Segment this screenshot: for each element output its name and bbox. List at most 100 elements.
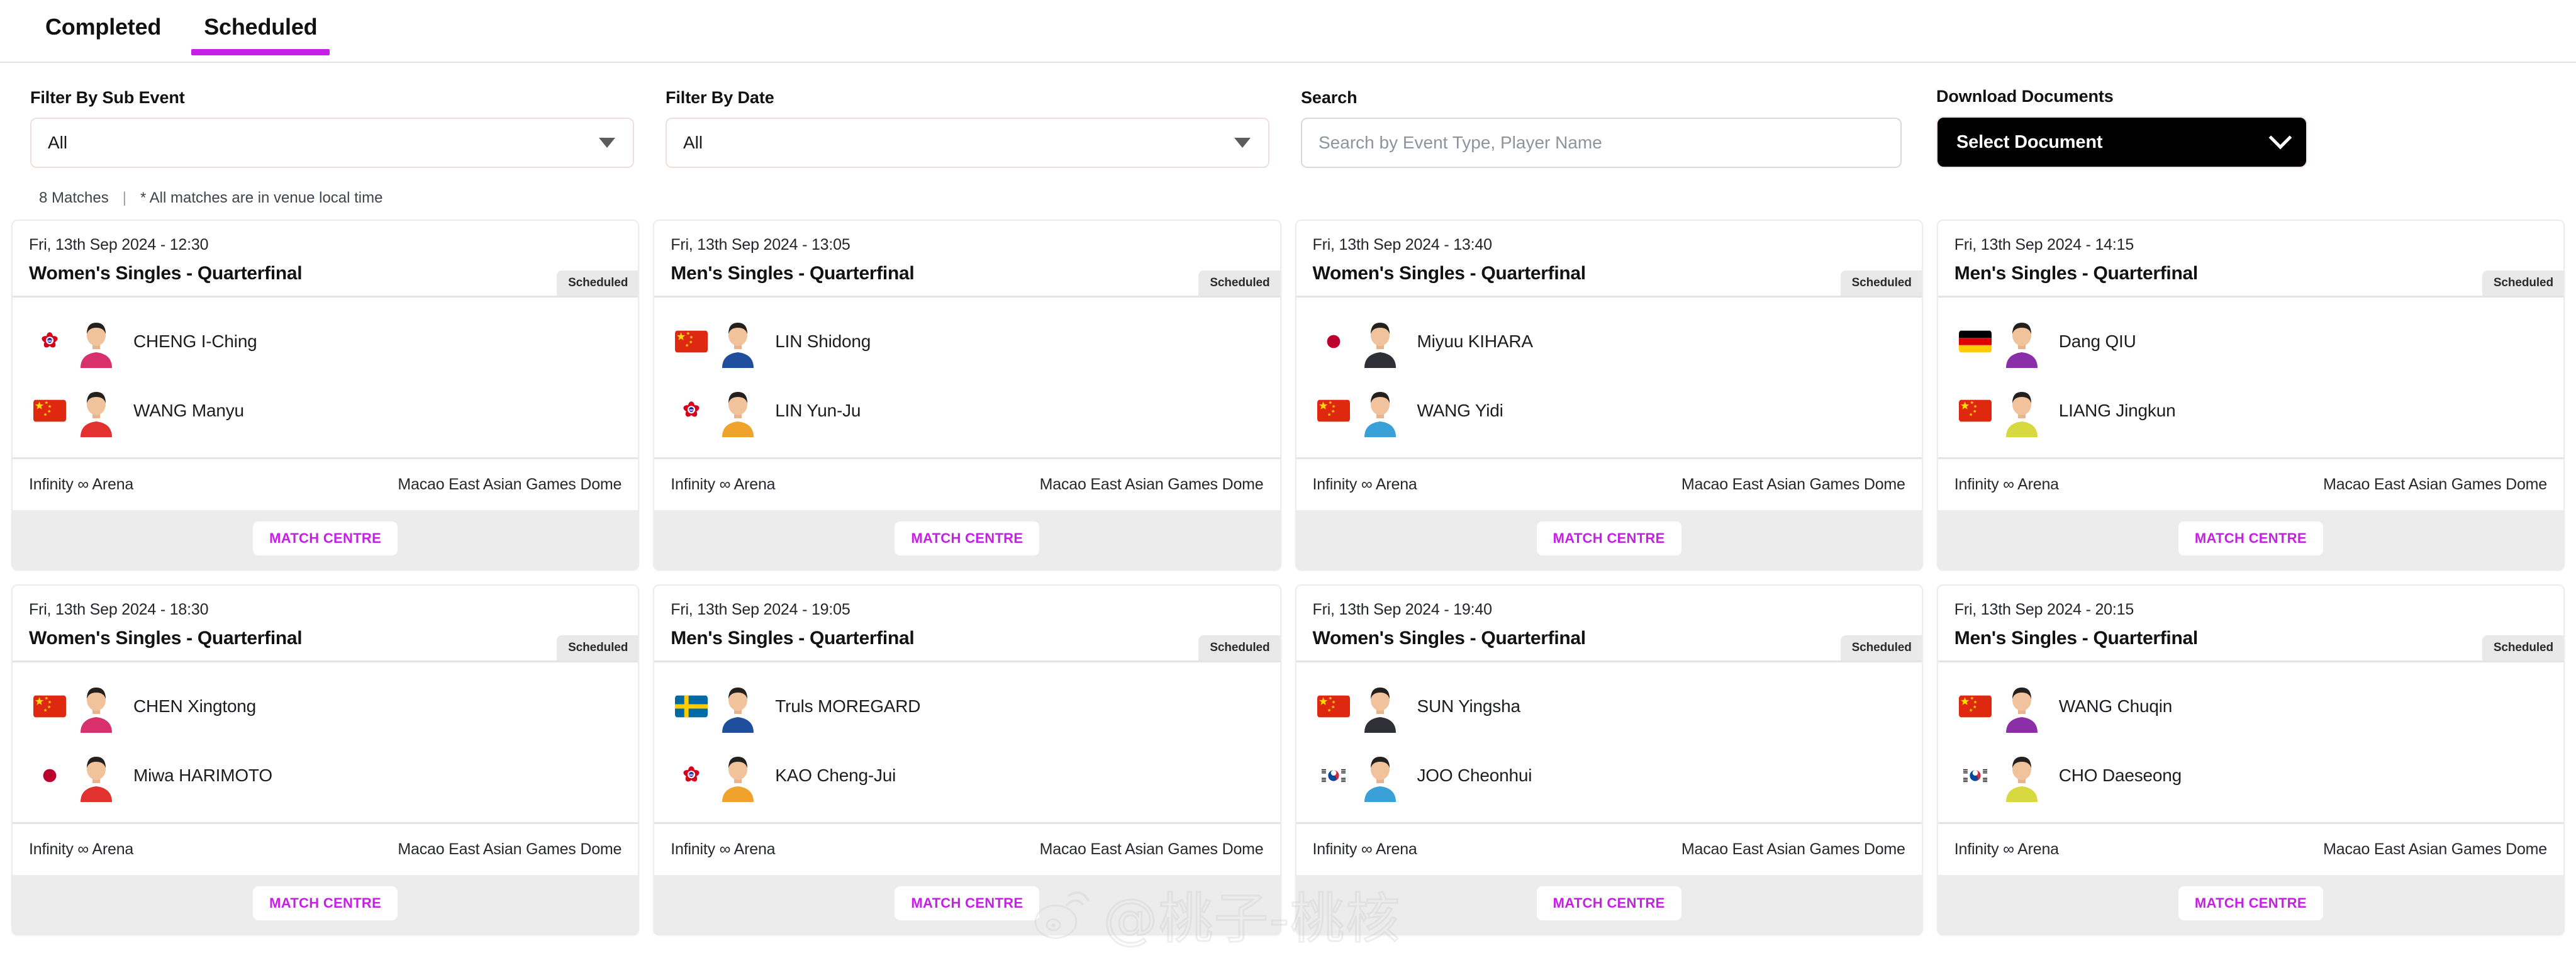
search-input[interactable] — [1319, 133, 1884, 153]
match-card-header: Fri, 13th Sep 2024 - 19:40 Women's Single… — [1296, 586, 1922, 660]
match-centre-button[interactable]: MATCH CENTRE — [1536, 521, 1681, 555]
venue-row: Infinity ∞ Arena Macao East Asian Games D… — [13, 459, 638, 510]
player-row[interactable]: LIN Yun-Ju — [671, 381, 1263, 441]
match-title: Men's Singles - Quarterfinal — [1954, 628, 2198, 649]
player-row[interactable]: LIANG Jingkun — [1954, 381, 2547, 441]
match-centre-button[interactable]: MATCH CENTRE — [253, 521, 398, 555]
select-document-button[interactable]: Select Document — [1936, 116, 2307, 168]
match-count: 8 Matches — [39, 189, 109, 206]
player-row[interactable]: KAO Cheng-Jui — [671, 745, 1263, 806]
match-title: Men's Singles - Quarterfinal — [671, 263, 915, 284]
arena-name: Infinity ∞ Arena — [29, 840, 134, 858]
player-name: LIN Shidong — [775, 332, 871, 351]
player-row[interactable]: Miyuu KIHARA — [1313, 311, 1905, 372]
player-row[interactable]: WANG Manyu — [29, 381, 622, 441]
flag-icon-tpe — [671, 749, 712, 802]
player-row[interactable]: JOO Cheonhui — [1313, 745, 1905, 806]
player-row[interactable]: CHEN Xingtong — [29, 676, 622, 737]
flag-icon-tpe — [671, 384, 712, 437]
status-badge: Scheduled — [1198, 635, 1280, 660]
filter-date-select[interactable]: All — [666, 118, 1269, 168]
flag-icon-chn — [1313, 384, 1354, 437]
tab-active-underline — [191, 49, 330, 55]
player-avatar — [73, 315, 120, 368]
match-card-footer: MATCH CENTRE — [13, 510, 638, 569]
player-row[interactable]: LIN Shidong — [671, 311, 1263, 372]
venue-name: Macao East Asian Games Dome — [2323, 476, 2547, 493]
tab-scheduled[interactable]: Scheduled — [182, 0, 338, 55]
match-card[interactable]: Fri, 13th Sep 2024 - 12:30 Women's Single… — [11, 220, 640, 571]
player-row[interactable]: SUN Yingsha — [1313, 676, 1905, 737]
venue-row: Infinity ∞ Arena Macao East Asian Games D… — [654, 459, 1280, 510]
match-card[interactable]: Fri, 13th Sep 2024 - 19:05 Men's Singles … — [653, 584, 1281, 935]
flag-icon-chn — [29, 384, 70, 437]
match-centre-button[interactable]: MATCH CENTRE — [2178, 886, 2323, 920]
player-row[interactable]: CHENG I-Ching — [29, 311, 622, 372]
flag-icon-ger — [1954, 315, 1996, 368]
player-list: Miyuu KIHARA WANG Yidi — [1296, 298, 1922, 457]
match-card[interactable]: Fri, 13th Sep 2024 - 18:30 Women's Single… — [11, 584, 640, 935]
match-title: Men's Singles - Quarterfinal — [671, 628, 915, 649]
player-avatar — [715, 384, 761, 437]
status-badge: Scheduled — [1198, 270, 1280, 296]
player-row[interactable]: CHO Daeseong — [1954, 745, 2547, 806]
match-grid: Fri, 13th Sep 2024 - 12:30 Women's Single… — [0, 220, 2576, 935]
arena-name: Infinity ∞ Arena — [29, 476, 134, 493]
player-row[interactable]: WANG Chuqin — [1954, 676, 2547, 737]
player-avatar — [73, 680, 120, 733]
filter-sub-event-label: Filter By Sub Event — [30, 88, 185, 107]
player-avatar — [1999, 749, 2045, 802]
venue-row: Infinity ∞ Arena Macao East Asian Games D… — [13, 824, 638, 875]
tab-scheduled-label: Scheduled — [204, 14, 318, 40]
match-card-header: Fri, 13th Sep 2024 - 14:15 Men's Singles … — [1938, 221, 2563, 296]
player-avatar — [1999, 384, 2045, 437]
select-document-label: Select Document — [1956, 131, 2103, 152]
caret-down-icon — [599, 138, 615, 148]
player-avatar — [1999, 315, 2045, 368]
player-list: LIN Shidong LIN Yun-Ju — [654, 298, 1280, 457]
venue-row: Infinity ∞ Arena Macao East Asian Games D… — [1938, 459, 2563, 510]
match-card-header: Fri, 13th Sep 2024 - 18:30 Women's Single… — [13, 586, 638, 660]
player-name: WANG Manyu — [133, 401, 244, 420]
match-centre-button[interactable]: MATCH CENTRE — [2178, 521, 2323, 555]
tab-bar: Completed Scheduled — [0, 0, 2576, 63]
player-row[interactable]: WANG Yidi — [1313, 381, 1905, 441]
match-card[interactable]: Fri, 13th Sep 2024 - 13:05 Men's Singles … — [653, 220, 1281, 571]
caret-down-icon — [1234, 138, 1251, 148]
flag-icon-jpn — [1313, 315, 1354, 368]
match-card-footer: MATCH CENTRE — [654, 875, 1280, 934]
player-name: Miwa HARIMOTO — [133, 766, 272, 785]
match-centre-button[interactable]: MATCH CENTRE — [895, 886, 1040, 920]
flag-icon-swe — [671, 680, 712, 733]
player-name: LIANG Jingkun — [2058, 401, 2176, 420]
filter-sub-event-select[interactable]: All — [30, 118, 634, 168]
player-row[interactable]: Truls MOREGARD — [671, 676, 1263, 737]
venue-row: Infinity ∞ Arena Macao East Asian Games D… — [654, 824, 1280, 875]
venue-name: Macao East Asian Games Dome — [398, 840, 622, 858]
player-name: Truls MOREGARD — [775, 696, 921, 716]
status-badge: Scheduled — [557, 635, 638, 660]
search-box[interactable] — [1301, 118, 1902, 168]
tab-completed[interactable]: Completed — [24, 0, 182, 40]
match-centre-button[interactable]: MATCH CENTRE — [1536, 886, 1681, 920]
match-card-header: Fri, 13th Sep 2024 - 20:15 Men's Singles … — [1938, 586, 2563, 660]
match-card[interactable]: Fri, 13th Sep 2024 - 13:40 Women's Single… — [1295, 220, 1923, 571]
match-centre-button[interactable]: MATCH CENTRE — [895, 521, 1040, 555]
match-card-header: Fri, 13th Sep 2024 - 19:05 Men's Singles … — [654, 586, 1280, 660]
venue-row: Infinity ∞ Arena Macao East Asian Games D… — [1296, 459, 1922, 510]
match-datetime: Fri, 13th Sep 2024 - 19:40 — [1312, 601, 1492, 618]
match-card[interactable]: Fri, 13th Sep 2024 - 14:15 Men's Singles … — [1936, 220, 2565, 571]
venue-name: Macao East Asian Games Dome — [398, 476, 622, 493]
match-card[interactable]: Fri, 13th Sep 2024 - 20:15 Men's Singles … — [1936, 584, 2565, 935]
flag-icon-kor — [1313, 749, 1354, 802]
player-row[interactable]: Miwa HARIMOTO — [29, 745, 622, 806]
match-card[interactable]: Fri, 13th Sep 2024 - 19:40 Women's Single… — [1295, 584, 1923, 935]
match-datetime: Fri, 13th Sep 2024 - 20:15 — [1954, 601, 2134, 618]
status-badge: Scheduled — [2482, 635, 2563, 660]
venue-row: Infinity ∞ Arena Macao East Asian Games D… — [1938, 824, 2563, 875]
summary-separator: | — [122, 189, 126, 206]
player-list: Dang QIU LIANG Jingkun — [1938, 298, 2563, 457]
player-row[interactable]: Dang QIU — [1954, 311, 2547, 372]
flag-icon-chn — [1313, 680, 1354, 733]
match-centre-button[interactable]: MATCH CENTRE — [253, 886, 398, 920]
